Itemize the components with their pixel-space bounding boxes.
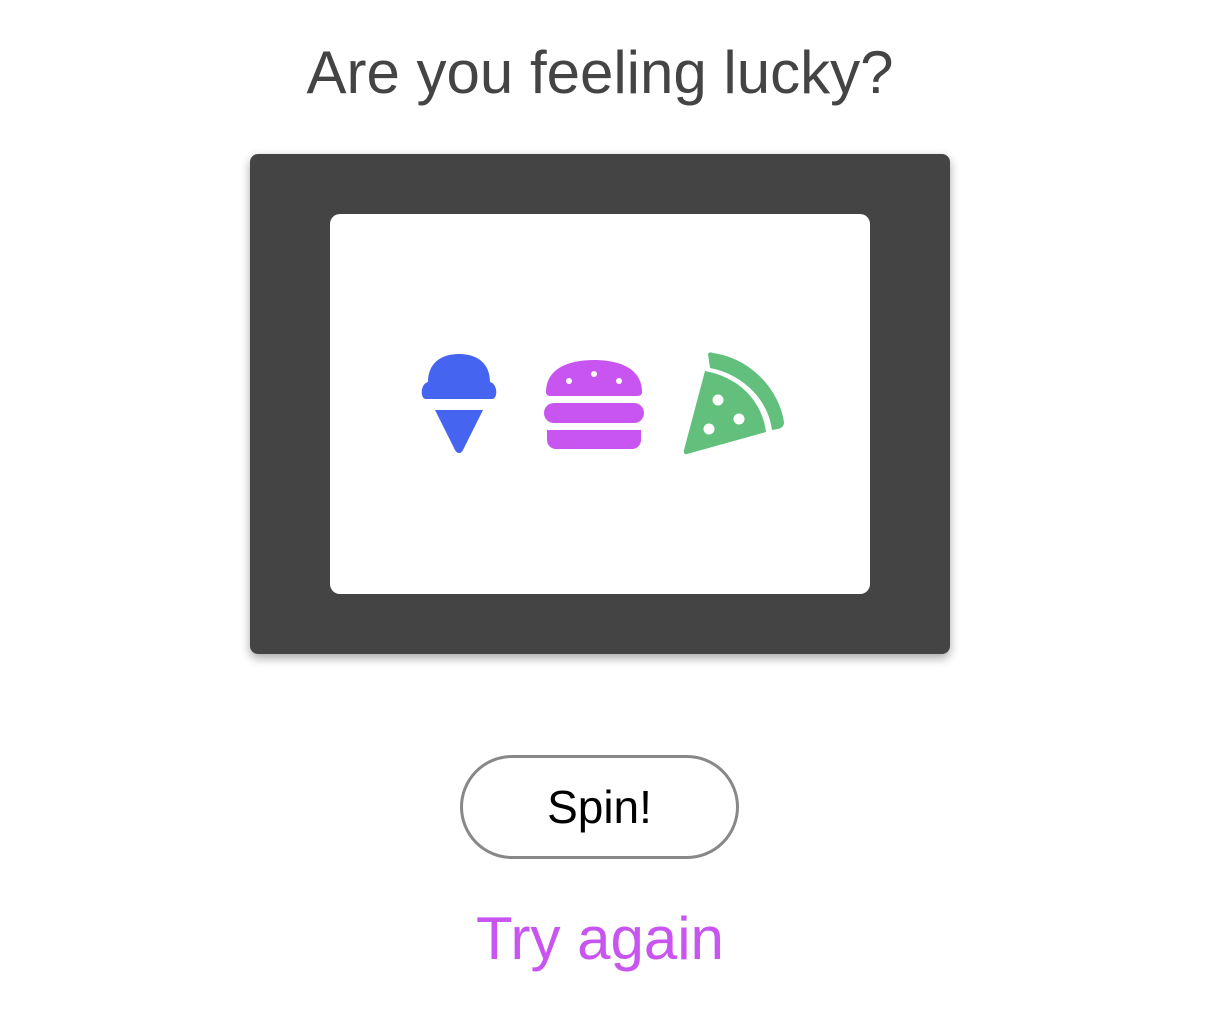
page-title: Are you feeling lucky? (306, 39, 894, 106)
reel-2 (542, 214, 646, 594)
reel-window (330, 214, 870, 594)
slot-machine (250, 154, 950, 654)
reel-1 (418, 214, 498, 594)
spin-button[interactable]: Spin! (460, 755, 739, 859)
ice-cream-icon (421, 354, 497, 453)
reel-3 (680, 214, 790, 594)
pizza-icon (683, 352, 784, 455)
burger-icon (544, 360, 644, 449)
result-message: Try again (476, 905, 724, 972)
